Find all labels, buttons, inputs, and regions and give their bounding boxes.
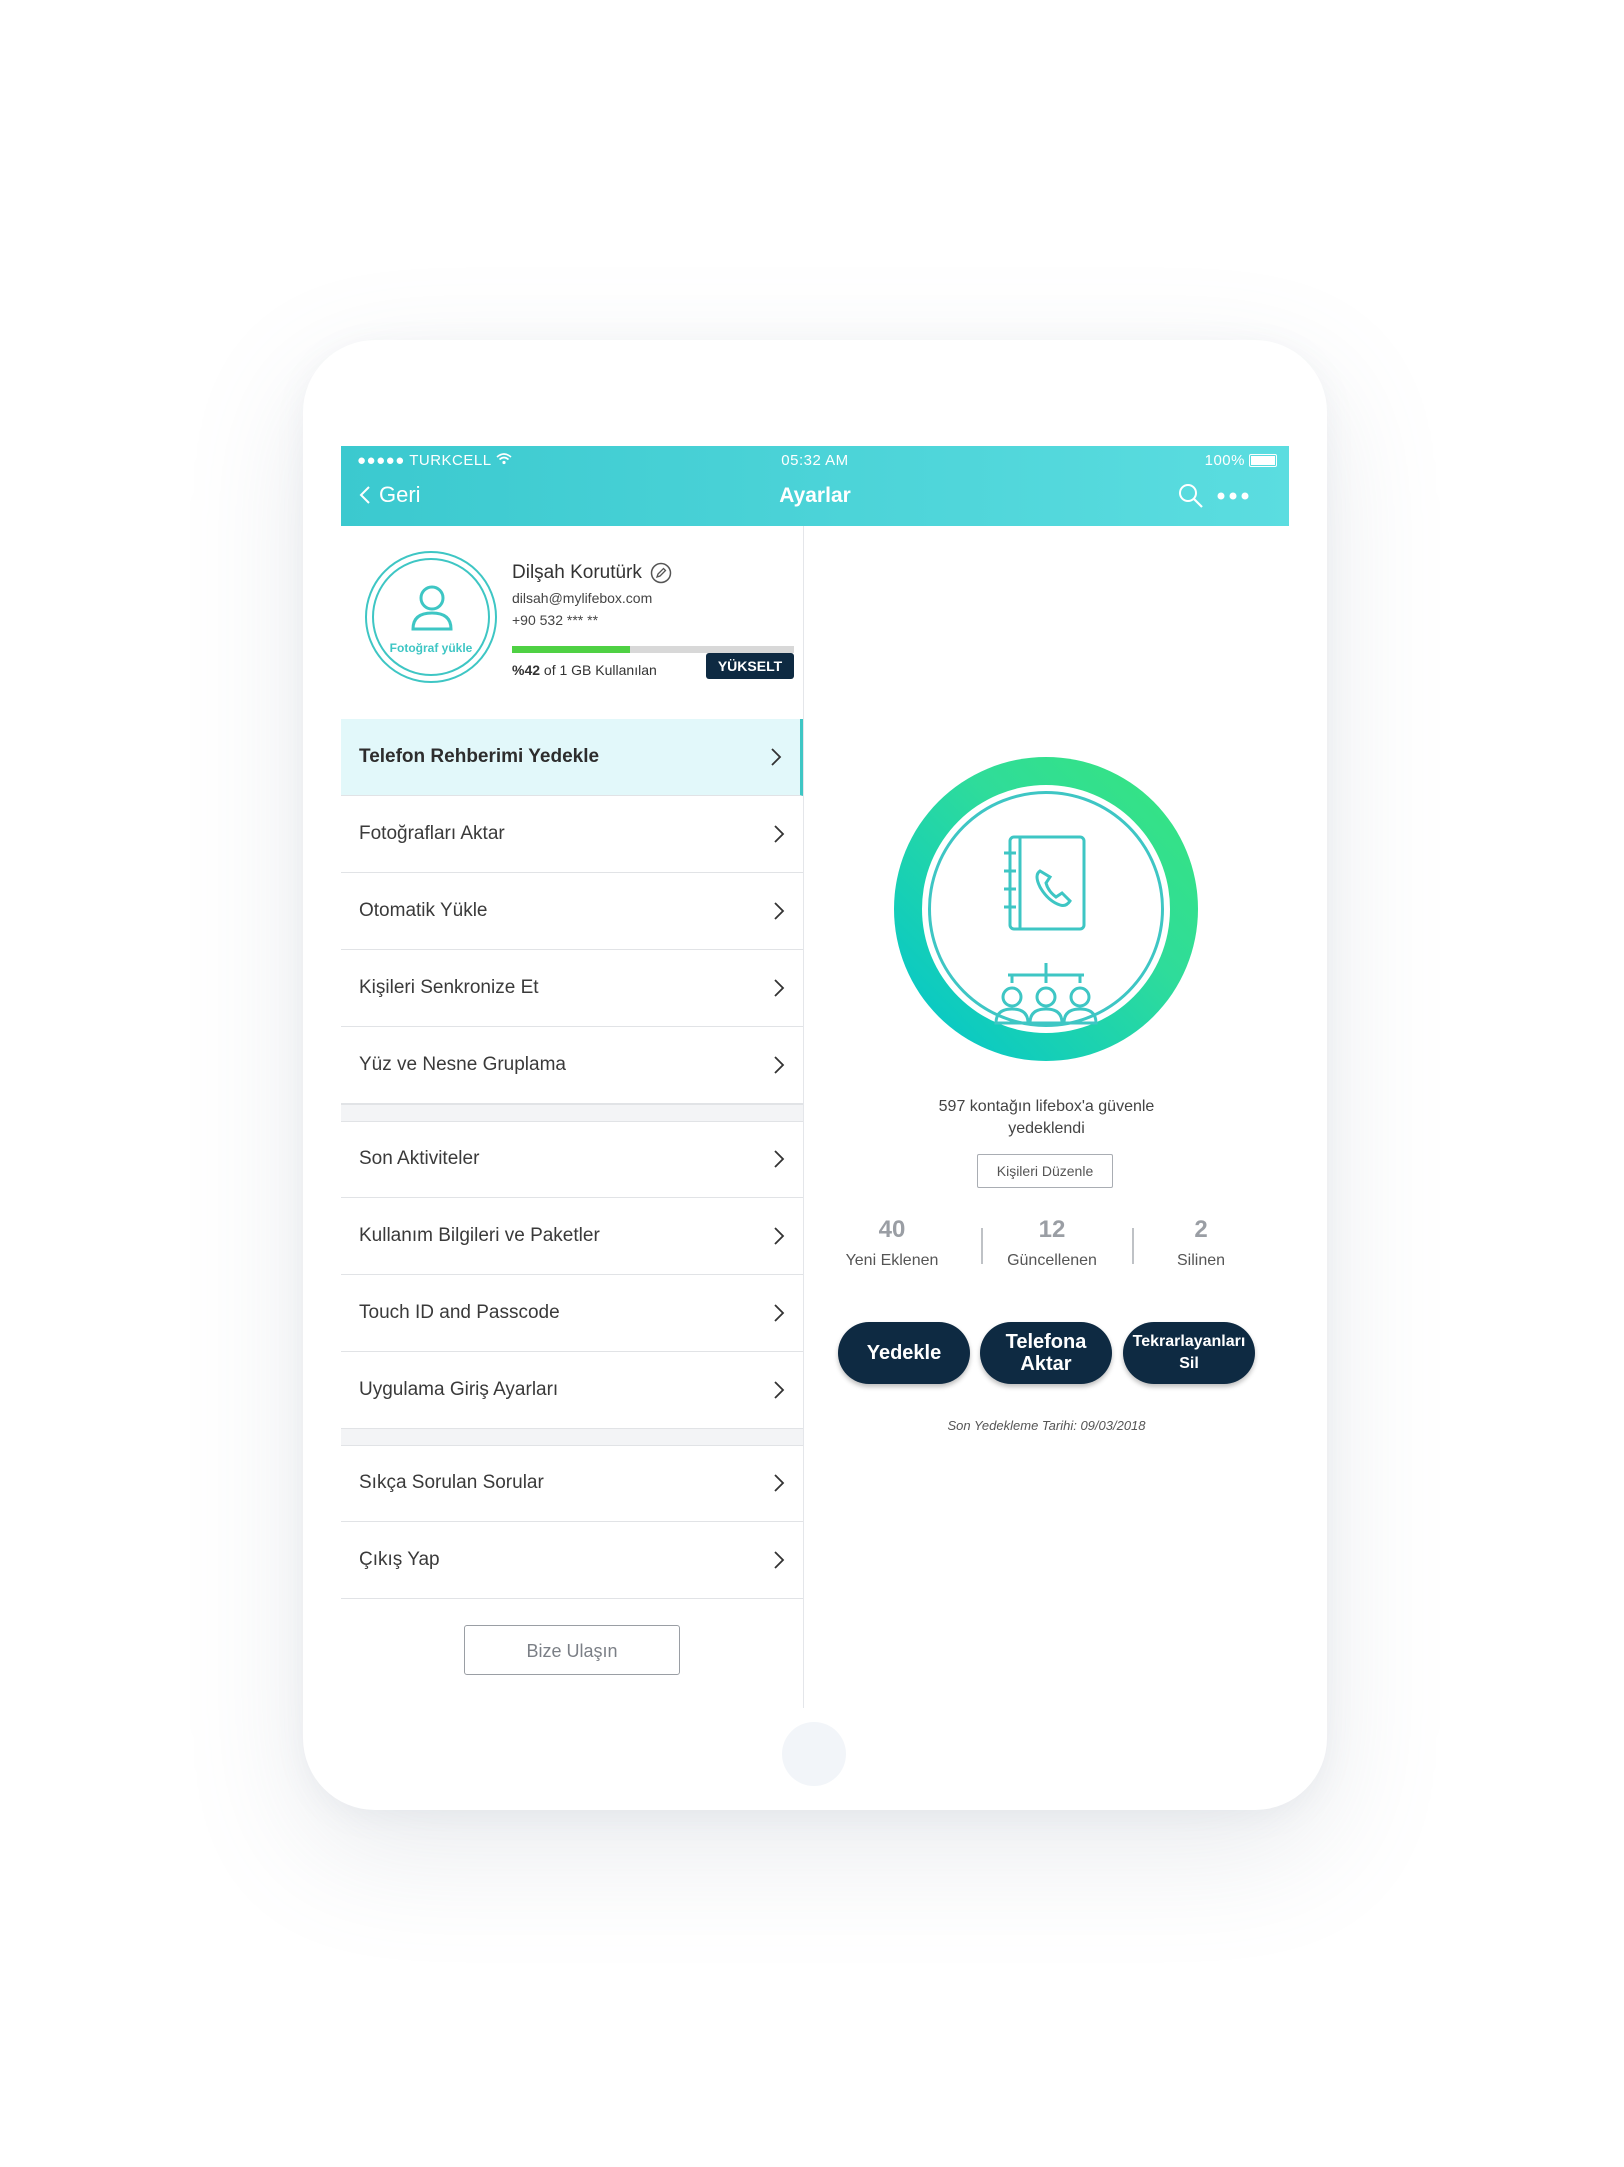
quota-text: %42 of 1 GB Kullanılan (512, 662, 657, 678)
chevron-right-icon (774, 1150, 785, 1168)
stat-deleted: 2 Silinen (1176, 1216, 1226, 1269)
stat-divider (981, 1228, 983, 1264)
chevron-right-icon (774, 825, 785, 843)
menu-group-1: Telefon Rehberimi Yedekle Fotoğrafları A… (341, 719, 803, 1104)
avatar-upload-label: Fotoğraf yükle (389, 641, 473, 655)
menu-item-backup-contacts[interactable]: Telefon Rehberimi Yedekle (341, 719, 803, 796)
top-bar: ●●●●● TURKCELL 05:32 AM 100% Geri Ayarla… (341, 446, 1289, 526)
chevron-right-icon (774, 1227, 785, 1245)
chevron-right-icon (774, 902, 785, 920)
edit-contacts-button[interactable]: Kişileri Düzenle (977, 1154, 1113, 1188)
backup-status-message: 597 kontağın lifebox'a güvenle yedeklend… (938, 1098, 1155, 1137)
menu-item-logout[interactable]: Çıkış Yap (341, 1522, 803, 1599)
menu-group-3: Sıkça Sorulan Sorular Çıkış Yap (341, 1445, 803, 1599)
chevron-right-icon (774, 1381, 785, 1399)
backup-panel: 597 kontağın lifebox'a güvenle yedeklend… (804, 526, 1289, 1708)
chevron-right-icon (774, 979, 785, 997)
more-icon[interactable] (1217, 491, 1249, 501)
phonebook-icon (1004, 835, 1086, 931)
chevron-right-icon (774, 1304, 785, 1322)
status-battery: 100% (1205, 452, 1277, 469)
page-title: Ayarlar (779, 484, 851, 507)
avatar-upload[interactable]: Fotoğraf yükle (365, 551, 497, 683)
menu-item-recent-activities[interactable]: Son Aktiviteler (341, 1121, 803, 1198)
chevron-right-icon (771, 748, 782, 766)
menu-item-usage-packages[interactable]: Kullanım Bilgileri ve Paketler (341, 1198, 803, 1275)
chevron-right-icon (774, 1474, 785, 1492)
upgrade-button[interactable]: YÜKSELT (706, 653, 794, 679)
menu-group-2: Son Aktiviteler Kullanım Bilgileri ve Pa… (341, 1121, 803, 1429)
menu-item-sync-contacts[interactable]: Kişileri Senkronize Et (341, 950, 803, 1027)
quota-fill (512, 646, 631, 653)
menu-item-auto-upload[interactable]: Otomatik Yükle (341, 873, 803, 950)
menu-item-face-grouping[interactable]: Yüz ve Nesne Gruplama (341, 1027, 803, 1104)
stat-added: 40 Yeni Eklenen (845, 1216, 939, 1269)
stat-updated: 12 Güncellenen (1007, 1216, 1097, 1269)
menu-item-login-settings[interactable]: Uygulama Giriş Ayarları (341, 1352, 803, 1429)
menu-item-touch-id[interactable]: Touch ID and Passcode (341, 1275, 803, 1352)
menu-item-transfer-photos[interactable]: Fotoğrafları Aktar (341, 796, 803, 873)
status-time: 05:32 AM (781, 452, 849, 469)
profile-name: Dilşah Korutürk (512, 562, 672, 584)
last-backup-date: Son Yedekleme Tarihi: 09/03/2018 (947, 1418, 1146, 1433)
contacts-group-icon (994, 963, 1098, 1025)
battery-icon (1249, 454, 1277, 467)
delete-duplicates-button[interactable]: Tekrarlayanları Sil (1123, 1322, 1255, 1384)
stat-divider (1132, 1228, 1134, 1264)
nav-actions (1177, 482, 1249, 510)
settings-sidebar: Fotoğraf yükle Dilşah Korutürk dilsah@my… (341, 526, 804, 1708)
user-icon (411, 585, 453, 631)
ring-inner (922, 785, 1170, 1033)
edit-icon[interactable] (650, 562, 672, 584)
app-screen: ●●●●● TURKCELL 05:32 AM 100% Geri Ayarla… (341, 446, 1289, 1708)
menu-separator (341, 1104, 803, 1122)
menu-item-faq[interactable]: Sıkça Sorulan Sorular (341, 1445, 803, 1522)
backup-button[interactable]: Yedekle (838, 1322, 970, 1384)
home-button[interactable] (782, 1722, 846, 1786)
search-icon[interactable] (1177, 482, 1205, 510)
profile-card: Fotoğraf yükle Dilşah Korutürk dilsah@my… (341, 526, 803, 716)
contact-us-button[interactable]: Bize Ulaşın (464, 1625, 680, 1675)
menu-separator (341, 1428, 803, 1446)
chevron-right-icon (774, 1056, 785, 1074)
backup-progress-ring (894, 757, 1198, 1061)
restore-to-phone-button[interactable]: Telefona Aktar (980, 1322, 1112, 1384)
chevron-right-icon (774, 1551, 785, 1569)
quota-bar (512, 646, 794, 653)
profile-email: dilsah@mylifebox.com (512, 590, 653, 606)
profile-phone: +90 532 *** ** (512, 612, 599, 628)
